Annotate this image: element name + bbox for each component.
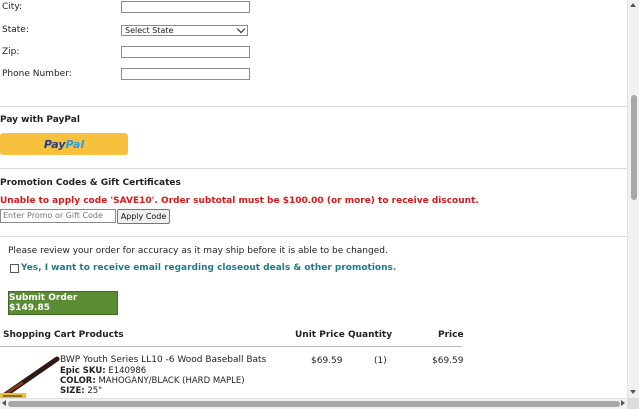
paypal-logo-part2: Pal [65, 137, 85, 151]
city-input[interactable] [121, 1, 250, 13]
city-label: City: [2, 2, 23, 12]
zip-row: Zip: [2, 45, 250, 59]
divider [0, 168, 627, 169]
product-quantity: (1) [374, 356, 387, 366]
vertical-scroll-thumb[interactable] [631, 95, 637, 200]
promo-error-message: Unable to apply code 'SAVE10'. Order sub… [0, 196, 479, 206]
product-color: COLOR: MAHOGANY/BLACK (HARD MAPLE) [60, 376, 245, 386]
phone-label: Phone Number: [2, 69, 72, 79]
product-sku: Epic SKU: E140986 [60, 366, 146, 376]
product-size: SIZE: 25" [60, 386, 102, 396]
cart-header-divider [0, 346, 462, 347]
checkout-page: City: State: Select State Zip: Phone Num… [0, 0, 627, 398]
city-row: City: [2, 0, 250, 14]
size-label: SIZE: [60, 386, 85, 396]
apply-code-button[interactable]: Apply Code [117, 209, 170, 224]
cart-header-unit-price: Unit Price [295, 330, 345, 340]
color-label: COLOR: [60, 376, 96, 386]
product-name[interactable]: BWP Youth Series LL10 -6 Wood Baseball B… [60, 355, 266, 365]
state-row: State: Select State [2, 23, 248, 37]
color-value: MAHOGANY/BLACK (HARD MAPLE) [98, 376, 245, 386]
baseball-bat-image[interactable] [0, 355, 60, 398]
state-select-value: Select State [125, 25, 174, 35]
promo-section-title: Promotion Codes & Gift Certificates [0, 178, 181, 188]
email-opt-in-checkbox[interactable] [10, 264, 19, 273]
cart-header-products: Shopping Cart Products [3, 330, 124, 340]
promo-code-input[interactable]: Enter Promo or Gift Code [0, 209, 116, 223]
paypal-button[interactable]: Pay Pal [0, 133, 128, 155]
submit-order-button[interactable]: Submit Order $149.85 [8, 291, 118, 315]
phone-input[interactable] [121, 68, 250, 80]
phone-row: Phone Number: [2, 67, 250, 81]
cart-header-price: Price [438, 330, 464, 340]
scroll-left-icon[interactable] [2, 400, 6, 406]
review-notice: Please review your order for accuracy as… [8, 246, 388, 256]
horizontal-scroll-thumb[interactable] [8, 401, 620, 407]
zip-input[interactable] [121, 46, 250, 58]
product-unit-price: $69.59 [311, 356, 343, 366]
sku-label: Epic SKU: [60, 366, 106, 376]
paypal-section-title: Pay with PayPal [0, 115, 80, 125]
state-select[interactable]: Select State [121, 24, 248, 36]
scroll-down-icon[interactable] [630, 390, 636, 394]
paypal-logo-part1: Pay [43, 137, 66, 151]
chevron-down-icon [236, 24, 246, 33]
scroll-right-icon[interactable] [621, 400, 625, 406]
size-value: 25" [87, 386, 103, 396]
scroll-up-icon[interactable] [630, 3, 636, 7]
state-label: State: [2, 25, 29, 35]
email-opt-in-label[interactable]: Yes, I want to receive email regarding c… [21, 263, 396, 273]
divider [0, 236, 627, 237]
product-price: $69.59 [432, 356, 464, 366]
cart-header-quantity: Quantity [348, 330, 393, 340]
divider [0, 106, 627, 107]
scrollbar-corner [627, 398, 639, 409]
sku-value: E140986 [108, 366, 147, 376]
zip-label: Zip: [2, 47, 20, 57]
